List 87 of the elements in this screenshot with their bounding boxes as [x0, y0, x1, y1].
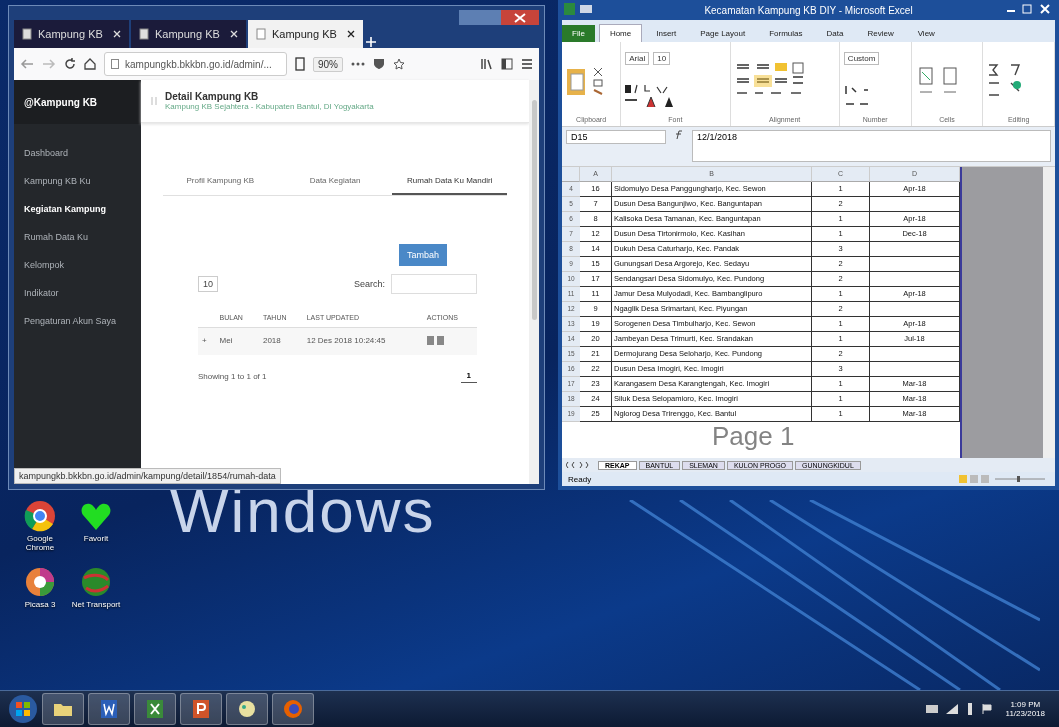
status-url: kampungkb.bkkbn.go.id/admin/kampung/detail/1854/rumah-data — [14, 468, 281, 484]
reload-icon[interactable] — [64, 58, 76, 70]
presentation-icon — [190, 698, 212, 720]
taskbar-app[interactable] — [226, 693, 268, 725]
table-cell: 12 Des 2018 10:24:45 — [302, 327, 423, 355]
spreadsheet-icon — [144, 698, 166, 720]
page-icon — [139, 28, 149, 40]
ribbon-tab[interactable]: Insert — [646, 25, 687, 42]
ribbon-tab[interactable]: Formulas — [759, 25, 813, 42]
sidebar-icon[interactable] — [501, 58, 513, 70]
browser-tab[interactable]: Kampung KB — [14, 20, 129, 48]
sidebar-item[interactable]: Kegiatan Kampung — [24, 204, 131, 214]
page-tab[interactable]: Rumah Data Ku Mandiri — [392, 168, 507, 195]
back-icon[interactable] — [20, 58, 34, 70]
star-icon[interactable] — [393, 58, 405, 70]
keyboard-icon[interactable] — [925, 704, 938, 714]
ribbon-tab[interactable]: Data — [816, 25, 854, 42]
close-icon[interactable] — [347, 30, 355, 38]
taskbar-app[interactable] — [134, 693, 176, 725]
taskbar-app[interactable] — [180, 693, 222, 725]
search-label: Search: — [353, 279, 385, 289]
globe-icon — [80, 566, 112, 598]
page-icon — [22, 28, 32, 40]
word-icon — [98, 698, 120, 720]
sidebar-item[interactable]: Rumah Data Ku — [24, 232, 131, 242]
name-box[interactable]: D15 — [566, 130, 666, 144]
ribbon-tab[interactable]: Page Layout — [690, 25, 756, 42]
signal-icon[interactable] — [945, 704, 958, 714]
formula-field[interactable]: 12/1/2018 — [692, 130, 1051, 162]
sidebar-item[interactable]: Indikator — [24, 288, 131, 298]
flag-icon[interactable] — [981, 704, 992, 714]
reader-view-icon[interactable] — [295, 57, 305, 71]
add-button[interactable]: Tambah — [398, 244, 447, 266]
page-tab[interactable]: Data Kegiatan — [277, 168, 393, 195]
clock[interactable]: 1:09 PM 11/23/2018 — [999, 699, 1051, 719]
desktop-shortcut[interactable]: Net Transport — [70, 566, 122, 609]
page-subtitle: Kampung KB Sejahtera - Kabupaten Bantul, DI Yogyakarta — [165, 102, 374, 111]
shield-icon[interactable] — [373, 58, 385, 70]
sidebar-item[interactable]: Kelompok — [24, 260, 131, 270]
home-icon[interactable] — [84, 58, 96, 70]
browser-icon — [24, 500, 56, 532]
worksheet[interactable] — [562, 167, 1055, 458]
sidebar-item[interactable]: Kampung KB Ku — [24, 176, 131, 186]
taskbar-app[interactable] — [88, 693, 130, 725]
start-button-icon[interactable] — [8, 694, 38, 724]
sidebar-item[interactable]: Dashboard — [24, 148, 131, 158]
paint-icon — [236, 698, 258, 720]
function-icon[interactable] — [674, 130, 684, 140]
page-tab[interactable]: Profil Kampung KB — [163, 168, 278, 195]
desktop-shortcut[interactable]: Picasa 3 — [14, 566, 66, 609]
firefox-icon — [282, 698, 304, 720]
page-title: Detail Kampung KB — [165, 91, 260, 102]
sidebar-item[interactable]: Pengaturan Akun Saya — [24, 316, 131, 326]
desktop-shortcut[interactable]: Google Chrome — [14, 500, 66, 552]
zoom-level[interactable]: 90% — [313, 56, 343, 72]
page-watermark: Page 1 — [712, 423, 795, 449]
pinwheel-icon — [24, 566, 56, 598]
window-title: Kecamatan Kampung KB DIY - Microsoft Excel — [704, 4, 913, 16]
page-button[interactable]: 1 — [460, 369, 477, 383]
library-icon[interactable] — [481, 58, 493, 70]
window-controls-drawing[interactable] — [459, 10, 539, 26]
more-icon[interactable] — [351, 62, 365, 66]
ribbon-tab[interactable]: View — [907, 25, 945, 42]
table-info: Showing 1 to 1 of 1 — [198, 371, 267, 381]
status-text: Ready — [568, 474, 592, 484]
ribbon-tab[interactable]: Home — [598, 24, 643, 42]
font-size-field[interactable]: 10 — [653, 52, 671, 65]
scrollbar[interactable] — [1043, 167, 1055, 458]
brand-name: @Kampung KB — [14, 80, 141, 124]
scrollbar[interactable] — [531, 100, 537, 320]
page-icon — [111, 59, 119, 69]
expand-toggle[interactable]: + — [198, 327, 216, 355]
ribbon-tab[interactable]: Review — [857, 25, 904, 42]
excel-app-icon[interactable] — [564, 3, 594, 15]
browser-tab[interactable]: Kampung KB — [131, 20, 246, 48]
new-tab-icon[interactable] — [365, 36, 377, 48]
font-name-field[interactable]: Arial — [625, 52, 650, 65]
address-bar[interactable]: kampungkb.bkkbn.go.id/admin/... — [104, 52, 287, 76]
desktop-shortcut[interactable]: Favorit — [70, 500, 122, 552]
number-format-field[interactable]: Custom — [843, 51, 880, 65]
search-field[interactable] — [391, 274, 477, 294]
cut-copy-icon[interactable] — [592, 65, 604, 96]
taskbar-app[interactable] — [42, 693, 84, 725]
page-icon — [256, 28, 266, 40]
ribbon-tab[interactable]: File — [562, 25, 595, 42]
page-length-select[interactable]: 10 — [198, 276, 218, 292]
browser-tab[interactable]: Kampung KB — [248, 20, 363, 48]
